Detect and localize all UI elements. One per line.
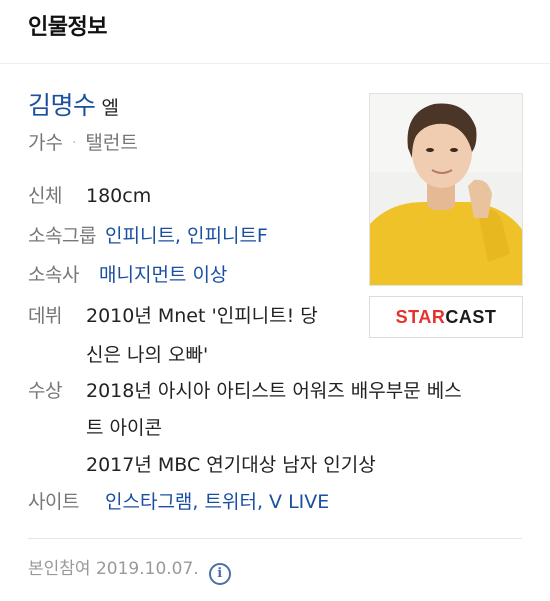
card-title: 인물정보 [28, 15, 107, 40]
person-name-link[interactable]: 김명수 [28, 91, 96, 120]
award-line-1: 2018년 아시아 아티스트 어워즈 배우부문 베스 [86, 380, 462, 402]
award-line-2: 트 아이콘 [86, 417, 162, 439]
occupation-talent: 탤런트 [85, 132, 138, 154]
debut-line-2: 신은 나의 오빠' [86, 344, 209, 366]
name-row: 김명수 엘 [28, 88, 119, 124]
person-info-card: 인물정보 김명수 엘 가수 · 탤런트 신체 180cm 소속그룹 인피니트, 인피니… [0, 0, 550, 601]
group-separator: , [174, 225, 188, 247]
height-value: 180cm [86, 185, 152, 207]
profile-photo[interactable] [369, 93, 523, 286]
profile-photo-illustration [370, 94, 522, 285]
footer: 본인참여 2019.10.07. i [28, 553, 231, 585]
award-label: 수상 [28, 380, 62, 402]
group-link-infinite[interactable]: 인피니트 [105, 225, 175, 247]
self-participation-date: 본인참여 2019.10.07. [28, 559, 199, 579]
award-value: 2018년 아시아 아티스트 어워즈 배우부문 베스 트 아이콘 2017년 M… [86, 375, 462, 482]
site-link-vlive[interactable]: V LIVE [269, 491, 329, 513]
site-separator-1: , [192, 491, 205, 513]
site-link-twitter[interactable]: 트위터 [205, 491, 257, 513]
occupations: 가수 · 탤런트 [28, 128, 138, 158]
starcast-logo-cast: CAST [445, 307, 497, 327]
footer-divider [28, 538, 522, 539]
site-link-instagram[interactable]: 인스타그램 [105, 491, 192, 513]
site-label: 사이트 [28, 491, 79, 513]
site-separator-2: , [256, 491, 270, 513]
award-line-3: 2017년 MBC 연기대상 남자 인기상 [86, 454, 376, 476]
info-icon[interactable]: i [208, 563, 231, 585]
debut-value: 2010년 Mnet '인피니트! 당 신은 나의 오빠' [86, 300, 318, 372]
height-label: 신체 [28, 185, 62, 207]
agency-label: 소속사 [28, 264, 79, 286]
starcast-logo-star: STAR [395, 307, 446, 327]
site-value: 인스타그램, 트위터, V LIVE [105, 486, 329, 519]
debut-line-1: 2010년 Mnet '인피니트! 당 [86, 305, 318, 327]
group-value: 인피니트, 인피니트F [105, 220, 268, 253]
starcast-banner[interactable]: STARCAST [369, 296, 523, 338]
agency-link[interactable]: 매니지먼트 이상 [99, 259, 227, 292]
card-header: 인물정보 [0, 0, 550, 64]
group-link-infinite-f[interactable]: 인피니트F [187, 225, 268, 247]
group-label: 소속그룹 [28, 225, 96, 247]
occupation-singer: 가수 [28, 132, 63, 154]
occupation-separator: · [71, 135, 77, 151]
person-alias: 엘 [101, 97, 119, 119]
debut-label: 데뷔 [28, 305, 62, 327]
